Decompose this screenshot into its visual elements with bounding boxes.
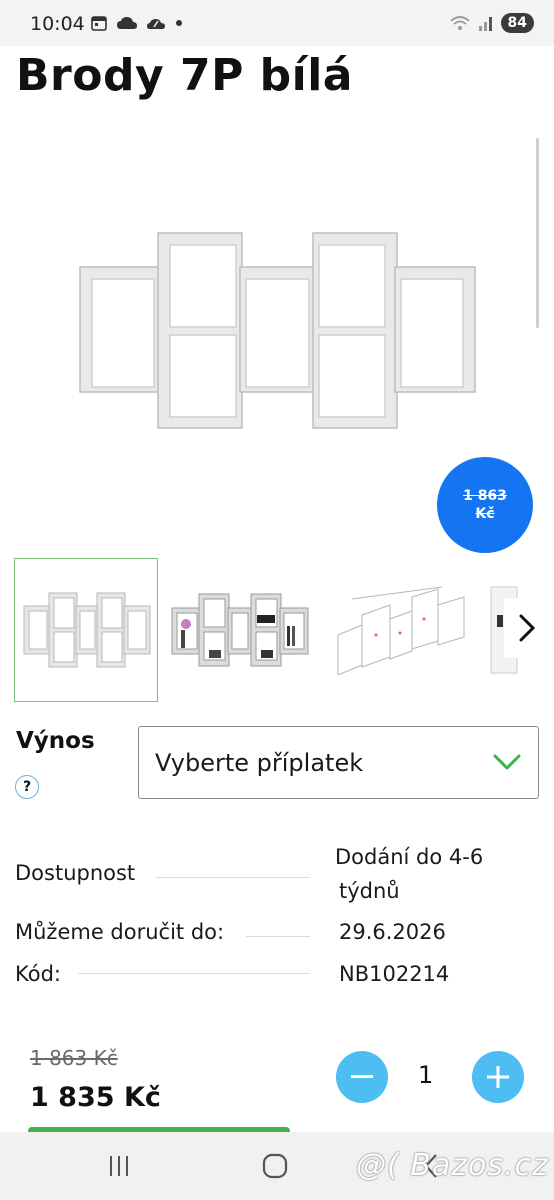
notification-dot (176, 20, 182, 26)
watermark: @( Bazos.cz (356, 1148, 549, 1183)
divider (156, 877, 310, 878)
delivery-label: Můžeme doručit do: (15, 920, 225, 944)
delivery-value: 29.6.2026 (339, 920, 446, 944)
quantity-value[interactable]: 1 (418, 1061, 433, 1089)
surcharge-select-value: Vyberte příplatek (155, 749, 364, 777)
cloud-icon (117, 17, 137, 29)
battery-level: 84 (500, 13, 534, 33)
old-price: 1 863 Kč (30, 1046, 118, 1070)
availability-value: Dodání do 4-6 týdnů (335, 840, 483, 908)
divider (246, 936, 310, 937)
home-icon[interactable] (260, 1152, 290, 1180)
shelf-white-thumbnail[interactable] (14, 558, 158, 702)
minus-icon (351, 1075, 373, 1078)
plus-icon (487, 1066, 509, 1088)
status-bar: 10:04 84 (0, 0, 554, 46)
badge-price-amount: 1 863 (463, 488, 507, 504)
shelf-dimensions-thumbnail[interactable] (330, 558, 474, 702)
product-title: Brody 7P bílá (16, 50, 353, 101)
thumbnail-strip (14, 558, 554, 704)
availability-label: Dostupnost (15, 861, 136, 885)
surcharge-label: Výnos (16, 728, 95, 754)
divider (78, 973, 310, 974)
shelf-decorated-thumbnail[interactable] (168, 558, 312, 702)
recent-apps-icon[interactable] (104, 1152, 134, 1180)
wifi-icon (449, 16, 470, 30)
current-price: 1 835 Kč (30, 1082, 161, 1113)
availability-value-line1: Dodání do 4-6 (335, 845, 484, 869)
code-value: NB102214 (339, 962, 450, 986)
chevron-down-icon (493, 754, 521, 770)
original-price-badge: 1 863 Kč (437, 457, 533, 553)
surcharge-select[interactable]: Vyberte příplatek (138, 726, 539, 799)
gallery-next-button[interactable] (504, 598, 550, 658)
help-icon[interactable]: ? (15, 775, 39, 799)
availability-value-line2: týdnů (339, 879, 400, 903)
chevron-right-icon (519, 614, 536, 642)
weather-icon (147, 19, 165, 29)
quantity-decrease-button[interactable] (336, 1051, 388, 1103)
gallery-scrollbar[interactable] (536, 138, 539, 328)
signal-icon (478, 17, 492, 31)
quantity-increase-button[interactable] (472, 1051, 524, 1103)
calendar-icon (91, 16, 107, 31)
product-main-image[interactable] (70, 225, 480, 435)
status-time: 10:04 (30, 13, 85, 35)
status-icons-left (90, 14, 182, 32)
status-icons-right: 84 (449, 13, 534, 33)
badge-price-currency: Kč (475, 506, 495, 522)
code-label: Kód: (15, 962, 61, 986)
